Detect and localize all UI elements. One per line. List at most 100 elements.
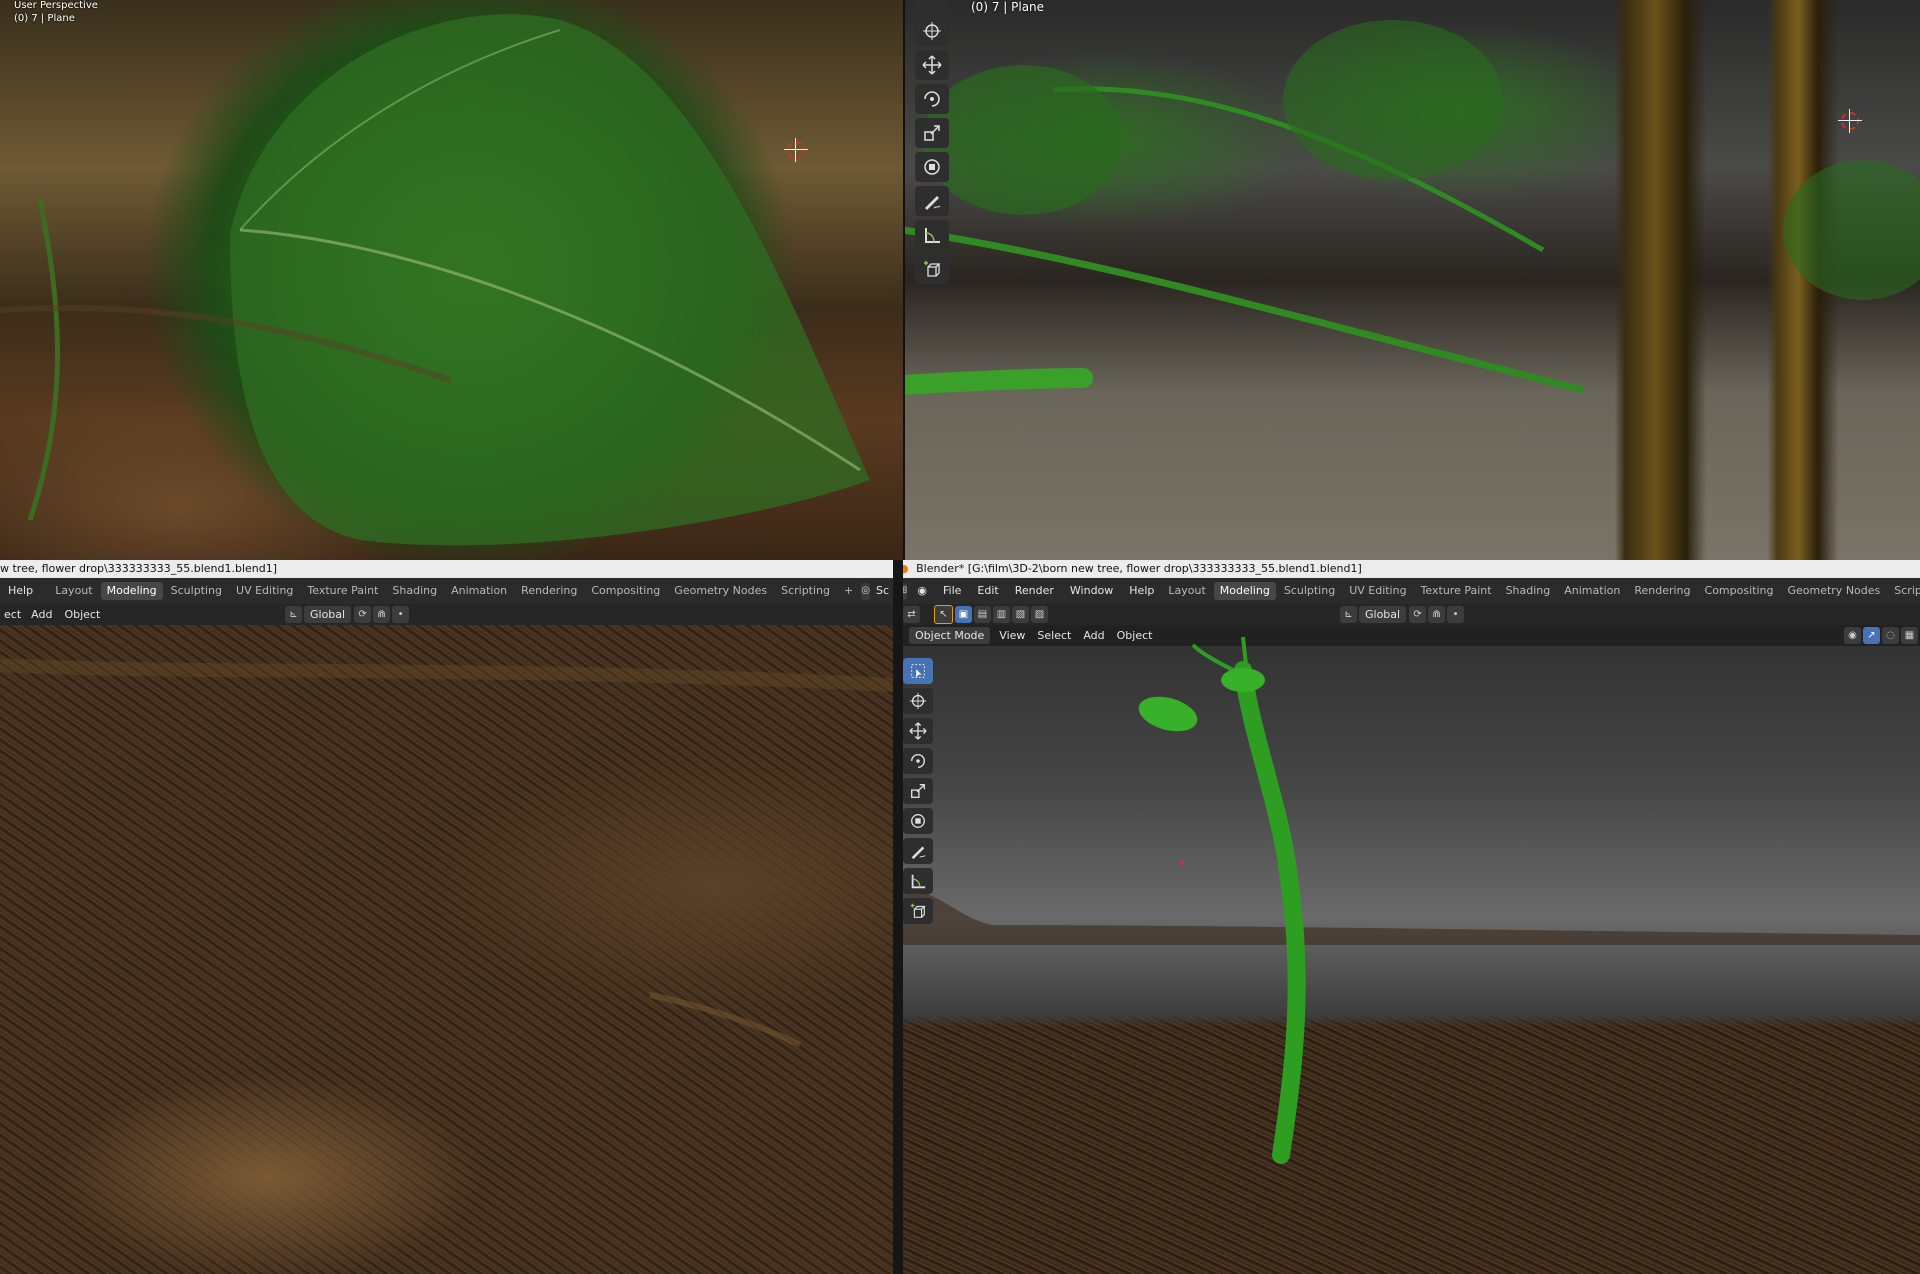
- leaf-render: [0, 14, 870, 546]
- tab-uv-editing[interactable]: UV Editing: [230, 582, 299, 600]
- viewport-perspective-label: User Perspective: [14, 0, 98, 11]
- tool-rotate[interactable]: [903, 748, 933, 774]
- tool-measure[interactable]: [903, 868, 933, 894]
- menu-file[interactable]: File: [935, 578, 969, 604]
- tab-shading[interactable]: Shading: [386, 582, 443, 600]
- orientation-icon: ⊾: [285, 606, 302, 623]
- tab-compositing[interactable]: Compositing: [585, 582, 666, 600]
- tab-texture-paint[interactable]: Texture Paint: [1415, 582, 1498, 600]
- tool-rotate[interactable]: [915, 84, 949, 114]
- tab-compositing[interactable]: Compositing: [1699, 582, 1780, 600]
- soil-render: [0, 658, 893, 1048]
- tool-add-cube[interactable]: [903, 898, 933, 924]
- tab-animation[interactable]: Animation: [445, 582, 513, 600]
- scale-icon: [924, 125, 940, 141]
- tool-cursor[interactable]: [903, 688, 933, 714]
- tool-scale[interactable]: [915, 118, 949, 148]
- viewport-top-left[interactable]: User Perspective (0) 7 | Plane: [0, 0, 903, 560]
- viewport-bottom-right[interactable]: Object Mode View Select Add Object ◉ ↗ ◌…: [903, 625, 1920, 1274]
- select-menu[interactable]: ect: [0, 604, 25, 625]
- orientation-icon: ⊾: [1340, 606, 1357, 623]
- tool-move[interactable]: [903, 718, 933, 744]
- add-workspace-button[interactable]: +: [838, 582, 859, 600]
- vertical-splitter[interactable]: [893, 560, 903, 1274]
- object-menu[interactable]: Object: [58, 604, 106, 625]
- left-orientation-controls: ⊾ Global ⟳ ⋒ •: [285, 604, 411, 625]
- 3d-cursor-icon[interactable]: [784, 138, 808, 162]
- tab-modeling[interactable]: Modeling: [100, 582, 163, 600]
- select-mode-intersect-icon[interactable]: ▨: [1031, 606, 1048, 623]
- select-tool-icon[interactable]: ↖: [934, 605, 953, 624]
- tool-annotate[interactable]: [903, 838, 933, 864]
- tab-sculpting[interactable]: Sculpting: [165, 582, 228, 600]
- select-box-icon: [911, 664, 925, 678]
- tool-cursor[interactable]: [915, 16, 949, 46]
- menu-window[interactable]: Window: [1062, 578, 1121, 604]
- left-window-titlebar: w tree, flower drop\333333333_55.blend1.…: [0, 560, 893, 578]
- tool-annotate[interactable]: [915, 186, 949, 216]
- rotate-icon: [910, 753, 926, 769]
- menu-help[interactable]: Help: [1121, 578, 1162, 604]
- left-menubar: Help Layout Modeling Sculpting UV Editin…: [0, 578, 893, 604]
- tool-measure[interactable]: [915, 220, 949, 250]
- select-mode-new-icon[interactable]: ▣: [955, 606, 972, 623]
- viewport-top-right[interactable]: (0) 7 | Plane: [903, 0, 1920, 560]
- add-menu[interactable]: Add: [25, 604, 58, 625]
- tab-shading[interactable]: Shading: [1500, 582, 1557, 600]
- transform-orientation-dropdown[interactable]: Global: [1359, 606, 1407, 623]
- tab-rendering[interactable]: Rendering: [1628, 582, 1696, 600]
- tab-uv-editing[interactable]: UV Editing: [1343, 582, 1412, 600]
- tool-settings-icon[interactable]: ⇄: [903, 606, 920, 623]
- tab-sculpting[interactable]: Sculpting: [1278, 582, 1341, 600]
- select-mode-extend-icon[interactable]: ▤: [974, 606, 991, 623]
- pivot-icon[interactable]: ⟳: [1409, 606, 1427, 623]
- transform-orientation-dropdown[interactable]: Global: [304, 606, 352, 623]
- move-icon: [909, 722, 927, 740]
- select-mode-invert-icon[interactable]: ▧: [1012, 606, 1029, 623]
- menu-render[interactable]: Render: [1007, 578, 1062, 604]
- tab-texture-paint[interactable]: Texture Paint: [301, 582, 384, 600]
- snap-icon[interactable]: ⋒: [373, 606, 391, 623]
- proportional-edit-icon[interactable]: •: [392, 606, 410, 623]
- menu-edit[interactable]: Edit: [969, 578, 1006, 604]
- tab-rendering[interactable]: Rendering: [515, 582, 583, 600]
- tab-scripting[interactable]: Scripting: [1888, 582, 1920, 600]
- add-cube-icon: [924, 261, 941, 277]
- tab-modeling[interactable]: Modeling: [1213, 582, 1276, 600]
- tool-add-cube[interactable]: [915, 254, 949, 284]
- top-splitter[interactable]: [903, 0, 905, 560]
- menu-help[interactable]: Help: [0, 578, 41, 604]
- proportional-edit-icon[interactable]: •: [1447, 606, 1465, 623]
- tab-layout[interactable]: Layout: [49, 582, 98, 600]
- scale-icon: [911, 784, 925, 798]
- tool-transform[interactable]: [915, 152, 949, 182]
- 3d-cursor-icon[interactable]: [1838, 109, 1862, 133]
- snap-icon[interactable]: ⋒: [1428, 606, 1446, 623]
- scene-icon[interactable]: ◎: [861, 582, 870, 600]
- tool-select-box[interactable]: [903, 658, 933, 684]
- tab-animation[interactable]: Animation: [1558, 582, 1626, 600]
- measure-icon: [925, 228, 940, 243]
- tab-scripting[interactable]: Scripting: [775, 582, 836, 600]
- tool-transform[interactable]: [903, 808, 933, 834]
- add-cube-icon: [910, 903, 926, 918]
- select-mode-subtract-icon[interactable]: ▥: [993, 606, 1010, 623]
- tool-scale[interactable]: [903, 778, 933, 804]
- window-title: Blender* [G:\film\3D-2\born new tree, fl…: [916, 562, 1362, 575]
- tool-select-box[interactable]: [915, 0, 949, 12]
- tab-layout[interactable]: Layout: [1162, 582, 1211, 600]
- cursor-icon: [909, 692, 927, 710]
- tab-geometry-nodes[interactable]: Geometry Nodes: [1781, 582, 1886, 600]
- viewport-bottom-left[interactable]: [0, 625, 893, 1274]
- blender-logo-menu[interactable]: ◉: [909, 578, 935, 604]
- tool-move[interactable]: [915, 50, 949, 80]
- toolbar-top-right: [915, 0, 949, 284]
- annotate-icon: [911, 846, 926, 860]
- measure-icon: [911, 874, 926, 889]
- plant-stems-render: [903, 20, 1920, 395]
- pivot-icon[interactable]: ⟳: [354, 606, 372, 623]
- tab-geometry-nodes[interactable]: Geometry Nodes: [668, 582, 773, 600]
- cursor-icon: [923, 22, 941, 40]
- scene-name-fragment[interactable]: Sc: [872, 578, 893, 604]
- right-window-titlebar: ● Blender* [G:\film\3D-2\born new tree, …: [893, 560, 1920, 578]
